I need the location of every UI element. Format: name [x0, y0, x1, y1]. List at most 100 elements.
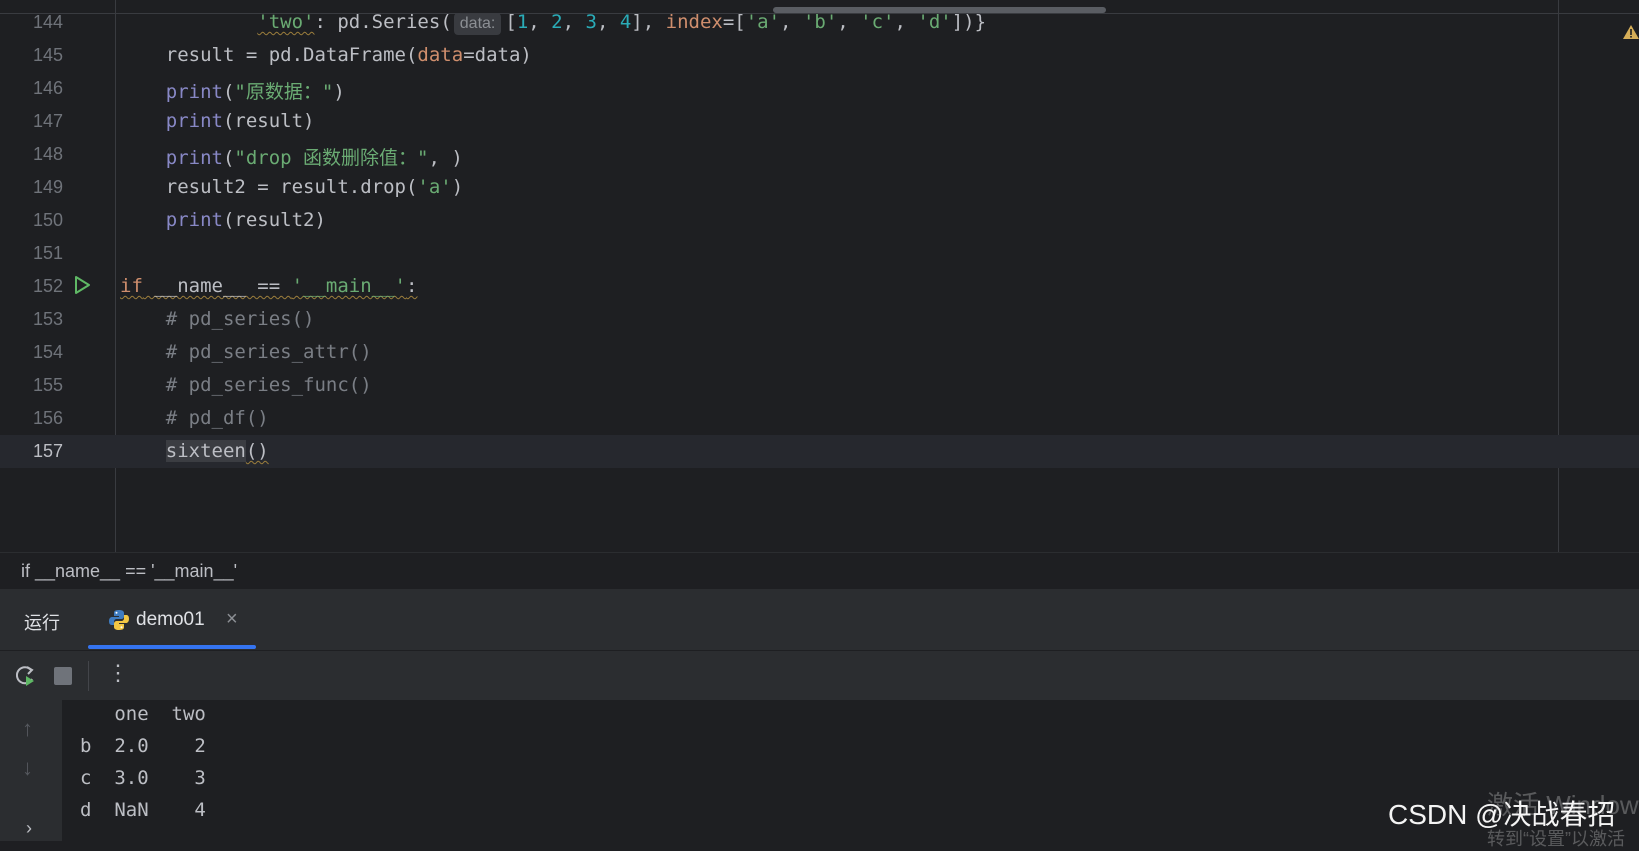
- code-token: 1: [516, 11, 529, 33]
- code-token: ],: [631, 11, 666, 33]
- code-line[interactable]: 151: [0, 237, 1639, 270]
- close-icon[interactable]: ×: [226, 608, 238, 631]
- code-text[interactable]: print(result2): [120, 209, 326, 231]
- line-number[interactable]: 154: [3, 342, 63, 363]
- code-token: 'd': [917, 11, 952, 33]
- line-number[interactable]: 157: [3, 441, 63, 462]
- code-token: 'two': [257, 11, 315, 33]
- code-text[interactable]: # pd_series_func(): [120, 374, 372, 396]
- line-number[interactable]: 155: [3, 375, 63, 396]
- line-number[interactable]: 152: [3, 276, 63, 297]
- code-text[interactable]: print("原数据："): [120, 77, 345, 104]
- stop-icon[interactable]: [54, 667, 72, 685]
- code-text[interactable]: print("drop 函数删除值：", ): [120, 143, 463, 170]
- code-token: (result): [222, 110, 315, 132]
- code-line[interactable]: 157 sixteen(): [0, 435, 1639, 468]
- scroll-down-icon[interactable]: ↓: [22, 755, 33, 781]
- console-line: b 2.0 2: [80, 735, 206, 757]
- code-line[interactable]: 155 # pd_series_func(): [0, 369, 1639, 402]
- code-text[interactable]: print(result): [120, 110, 315, 132]
- toolbar-separator: [88, 661, 89, 691]
- line-number[interactable]: 156: [3, 408, 63, 429]
- code-token: 'c': [860, 11, 895, 33]
- breadcrumb[interactable]: if __name__ == '__main__': [0, 552, 1639, 588]
- run-panel-header: 运行 demo01 ×: [0, 588, 1639, 651]
- code-token: ): [451, 176, 464, 198]
- code-token: 'a': [745, 11, 781, 33]
- code-line[interactable]: 144 'two': pd.Series(data: [1, 2, 3, 4], …: [0, 6, 1639, 39]
- line-number[interactable]: 147: [3, 111, 63, 132]
- code-token: (result2): [222, 209, 326, 231]
- code-token: result2 = result.drop(: [120, 176, 418, 198]
- chevron-right-icon[interactable]: ›: [26, 818, 32, 839]
- active-tab-indicator: [88, 645, 256, 649]
- code-token: # pd_series_func(): [165, 374, 372, 396]
- code-token: "drop 函数删除值：": [234, 147, 429, 169]
- code-token: ,: [837, 11, 861, 33]
- code-token: 2: [551, 11, 563, 33]
- breadcrumb-item[interactable]: if __name__ == '__main__': [21, 561, 237, 582]
- code-token: , ): [428, 147, 463, 169]
- code-line[interactable]: 150 print(result2): [0, 204, 1639, 237]
- code-line[interactable]: 156 # pd_df(): [0, 402, 1639, 435]
- code-token: print: [165, 209, 223, 231]
- console-side-toolbar: ↑ ↓ ›: [0, 700, 62, 841]
- csdn-watermark: CSDN @决战春招: [1388, 799, 1616, 830]
- line-number[interactable]: 150: [3, 210, 63, 231]
- code-token: print: [165, 110, 223, 132]
- code-token: : pd.Series(: [314, 11, 452, 33]
- line-number[interactable]: 148: [3, 144, 63, 165]
- code-token: # pd_df(): [165, 407, 269, 429]
- code-text[interactable]: if __name__ == '__main__':: [120, 275, 417, 297]
- tab-demo01[interactable]: demo01 ×: [88, 595, 256, 643]
- line-number[interactable]: 153: [3, 309, 63, 330]
- line-number[interactable]: 145: [3, 45, 63, 66]
- code-line[interactable]: 145 result = pd.DataFrame(data=data): [0, 39, 1639, 72]
- code-line[interactable]: 147 print(result): [0, 105, 1639, 138]
- line-number[interactable]: 151: [3, 243, 63, 264]
- code-text[interactable]: result2 = result.drop('a'): [120, 176, 463, 198]
- python-icon: [109, 610, 129, 630]
- code-token: # pd_series(): [165, 308, 315, 330]
- code-text[interactable]: sixteen(): [120, 440, 269, 462]
- code-line[interactable]: 146 print("原数据："): [0, 72, 1639, 105]
- line-number[interactable]: 149: [3, 177, 63, 198]
- code-text[interactable]: result = pd.DataFrame(data=data): [120, 44, 532, 66]
- code-line[interactable]: 148 print("drop 函数删除值：", ): [0, 138, 1639, 171]
- code-token: # pd_series_attr(): [165, 341, 372, 363]
- code-text[interactable]: # pd_df(): [120, 407, 269, 429]
- code-token: :: [406, 275, 418, 297]
- code-token: (: [222, 81, 235, 103]
- code-token: =[: [722, 11, 746, 33]
- code-line[interactable]: 152 if __name__ == '__main__':: [0, 270, 1639, 303]
- line-number[interactable]: 146: [3, 78, 63, 99]
- code-text[interactable]: # pd_series_attr(): [120, 341, 372, 363]
- code-token: 'b': [802, 11, 838, 33]
- code-token: (): [245, 440, 269, 462]
- more-options-icon[interactable]: ⋮: [107, 660, 129, 686]
- code-editor[interactable]: 144 'two': pd.Series(data: [1, 2, 3, 4], …: [0, 0, 1639, 552]
- code-token: data:: [453, 13, 502, 35]
- line-number[interactable]: 144: [3, 12, 63, 33]
- run-panel-title: 运行: [24, 613, 60, 633]
- code-token: ,: [596, 11, 620, 33]
- code-line[interactable]: 149 result2 = result.drop('a'): [0, 171, 1639, 204]
- code-token: 'a': [417, 176, 452, 198]
- code-token: if: [120, 275, 143, 297]
- code-line[interactable]: 153 # pd_series(): [0, 303, 1639, 336]
- scroll-up-icon[interactable]: ↑: [22, 716, 33, 742]
- rerun-icon[interactable]: [13, 664, 37, 688]
- code-token: '__main__': [291, 275, 406, 297]
- console-line: one two: [80, 703, 206, 725]
- code-line[interactable]: 154 # pd_series_attr(): [0, 336, 1639, 369]
- code-text[interactable]: # pd_series(): [120, 308, 315, 330]
- run-icon[interactable]: [72, 275, 92, 295]
- code-token: sixteen: [165, 440, 246, 462]
- code-text[interactable]: 'two': pd.Series(data: [1, 2, 3, 4], inde…: [120, 11, 986, 35]
